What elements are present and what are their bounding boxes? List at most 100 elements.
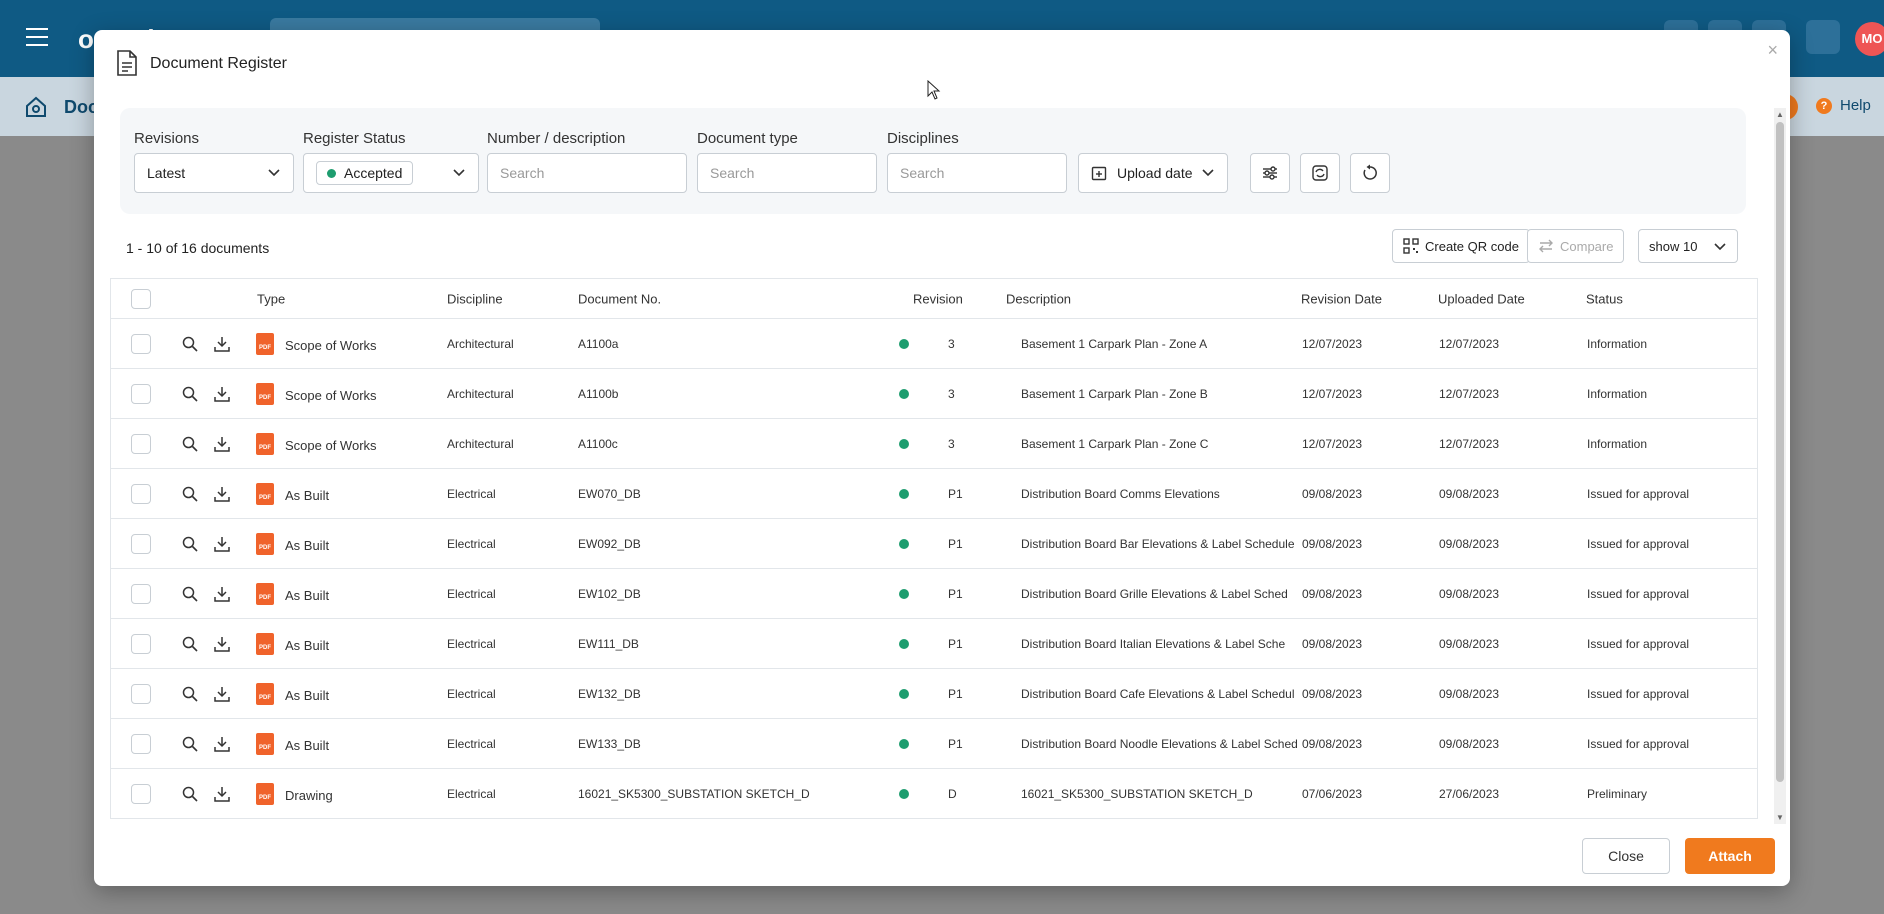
table-row[interactable]: PDF As Built Electrical EW132_DB P1 Distribut… xyxy=(111,669,1757,719)
download-icon[interactable] xyxy=(214,786,230,802)
search-icon[interactable] xyxy=(182,436,198,452)
table-row[interactable]: PDF As Built Electrical EW070_DB P1 Distribut… xyxy=(111,469,1757,519)
cell-discipline: Architectural xyxy=(447,436,514,451)
table-row[interactable]: PDF Drawing Electrical 16021_SK5300_SUBSTAT… xyxy=(111,769,1757,819)
sort-select[interactable]: Upload date xyxy=(1078,153,1228,193)
search-icon[interactable] xyxy=(182,736,198,752)
help-link[interactable]: ? Help xyxy=(1816,97,1871,114)
column-header[interactable]: Type xyxy=(257,291,285,306)
table-row[interactable]: PDF Scope of Works Architectural A1100b 3 Bas… xyxy=(111,369,1757,419)
document-type-input[interactable]: Search xyxy=(697,153,877,193)
table-row[interactable]: PDF As Built Electrical EW133_DB P1 Distribut… xyxy=(111,719,1757,769)
pdf-file-icon: PDF xyxy=(256,482,274,505)
scroll-up-icon[interactable]: ▲ xyxy=(1776,110,1784,119)
search-icon[interactable] xyxy=(182,536,198,552)
cell-type: As Built xyxy=(285,488,330,503)
search-icon[interactable] xyxy=(182,786,198,802)
column-header[interactable]: Document No. xyxy=(578,291,661,306)
download-icon[interactable] xyxy=(214,486,230,502)
cell-revision: P1 xyxy=(948,686,963,701)
revisions-select[interactable]: Latest xyxy=(134,153,294,193)
disciplines-input[interactable]: Search xyxy=(887,153,1067,193)
search-icon[interactable] xyxy=(182,386,198,402)
download-icon[interactable] xyxy=(214,736,230,752)
pdf-file-icon: PDF xyxy=(256,632,274,655)
mouse-cursor-icon xyxy=(927,80,941,100)
cell-status: Issued for approval xyxy=(1587,536,1690,551)
cell-revision: P1 xyxy=(948,536,963,551)
download-icon[interactable] xyxy=(214,336,230,352)
row-checkbox[interactable] xyxy=(131,333,151,354)
search-icon[interactable] xyxy=(182,636,198,652)
pdf-file-icon: PDF xyxy=(256,332,274,355)
create-qr-button[interactable]: Create QR code xyxy=(1392,229,1530,263)
filter-settings-button[interactable] xyxy=(1250,153,1290,193)
status-chip-label: Accepted xyxy=(344,165,403,181)
avatar[interactable]: MO xyxy=(1855,22,1884,56)
row-checkbox[interactable] xyxy=(131,383,151,404)
status-chip[interactable]: Accepted xyxy=(316,161,414,185)
help-label: Help xyxy=(1840,97,1871,114)
cell-description: Basement 1 Carpark Plan - Zone A xyxy=(1021,336,1208,351)
download-icon[interactable] xyxy=(214,386,230,402)
download-icon[interactable] xyxy=(214,436,230,452)
chat-icon[interactable] xyxy=(1806,20,1840,54)
scroll-down-icon[interactable]: ▼ xyxy=(1776,813,1784,822)
page-size-select[interactable]: show 10 xyxy=(1638,229,1738,263)
cell-discipline: Electrical xyxy=(447,586,496,601)
number-description-input[interactable]: Search xyxy=(487,153,687,193)
close-icon[interactable]: × xyxy=(1767,40,1778,61)
cell-doc-no: EW092_DB xyxy=(578,536,641,551)
menu-icon[interactable] xyxy=(26,28,48,48)
search-icon[interactable] xyxy=(182,336,198,352)
search-icon[interactable] xyxy=(182,586,198,602)
row-checkbox[interactable] xyxy=(131,633,151,654)
cell-revision-date: 09/08/2023 xyxy=(1302,486,1363,501)
row-checkbox[interactable] xyxy=(131,783,151,804)
download-icon[interactable] xyxy=(214,586,230,602)
table-row[interactable]: PDF Scope of Works Architectural A1100c 3 Bas… xyxy=(111,419,1757,469)
table-row[interactable]: PDF As Built Electrical EW092_DB P1 Distribut… xyxy=(111,519,1757,569)
close-button[interactable]: Close xyxy=(1582,838,1670,874)
row-checkbox[interactable] xyxy=(131,583,151,604)
compare-button[interactable]: Compare xyxy=(1527,229,1625,263)
table-row[interactable]: PDF Scope of Works Architectural A1100a 3 Bas… xyxy=(111,319,1757,369)
cell-status: Issued for approval xyxy=(1587,686,1690,701)
cell-type: As Built xyxy=(285,588,330,603)
modal-scrollbar[interactable]: ▲ ▼ xyxy=(1774,108,1786,824)
cell-revision: 3 xyxy=(948,336,955,351)
attach-button[interactable]: Attach xyxy=(1685,838,1775,874)
download-icon[interactable] xyxy=(214,636,230,652)
sync-button[interactable] xyxy=(1300,153,1340,193)
cell-uploaded-date: 12/07/2023 xyxy=(1439,386,1500,401)
register-status-select[interactable]: Accepted xyxy=(303,153,479,193)
cell-discipline: Architectural xyxy=(447,386,514,401)
column-header[interactable]: Uploaded Date xyxy=(1438,291,1525,306)
table-row[interactable]: PDF As Built Electrical EW102_DB P1 Distribut… xyxy=(111,569,1757,619)
pdf-file-icon: PDF xyxy=(256,682,274,705)
row-checkbox[interactable] xyxy=(131,533,151,554)
column-header[interactable]: Status xyxy=(1586,291,1623,306)
column-header[interactable]: Revision xyxy=(913,291,963,306)
scrollbar-thumb[interactable] xyxy=(1776,122,1784,782)
column-header[interactable]: Description xyxy=(1006,291,1071,306)
cell-type: As Built xyxy=(285,538,330,553)
column-header[interactable]: Discipline xyxy=(447,291,503,306)
reset-icon xyxy=(1363,164,1377,180)
cell-type: Scope of Works xyxy=(285,338,377,353)
row-checkbox[interactable] xyxy=(131,483,151,504)
search-icon[interactable] xyxy=(182,486,198,502)
column-header[interactable]: Revision Date xyxy=(1301,291,1382,306)
cell-uploaded-date: 09/08/2023 xyxy=(1439,686,1500,701)
row-checkbox[interactable] xyxy=(131,433,151,454)
table-row[interactable]: PDF As Built Electrical EW111_DB P1 Distribut… xyxy=(111,619,1757,669)
select-all-checkbox[interactable] xyxy=(131,288,151,309)
download-icon[interactable] xyxy=(214,536,230,552)
row-checkbox[interactable] xyxy=(131,683,151,704)
cell-revision-date: 09/08/2023 xyxy=(1302,586,1363,601)
row-checkbox[interactable] xyxy=(131,733,151,754)
download-icon[interactable] xyxy=(214,686,230,702)
search-icon[interactable] xyxy=(182,686,198,702)
sliders-icon xyxy=(1263,166,1277,180)
reset-button[interactable] xyxy=(1350,153,1390,193)
